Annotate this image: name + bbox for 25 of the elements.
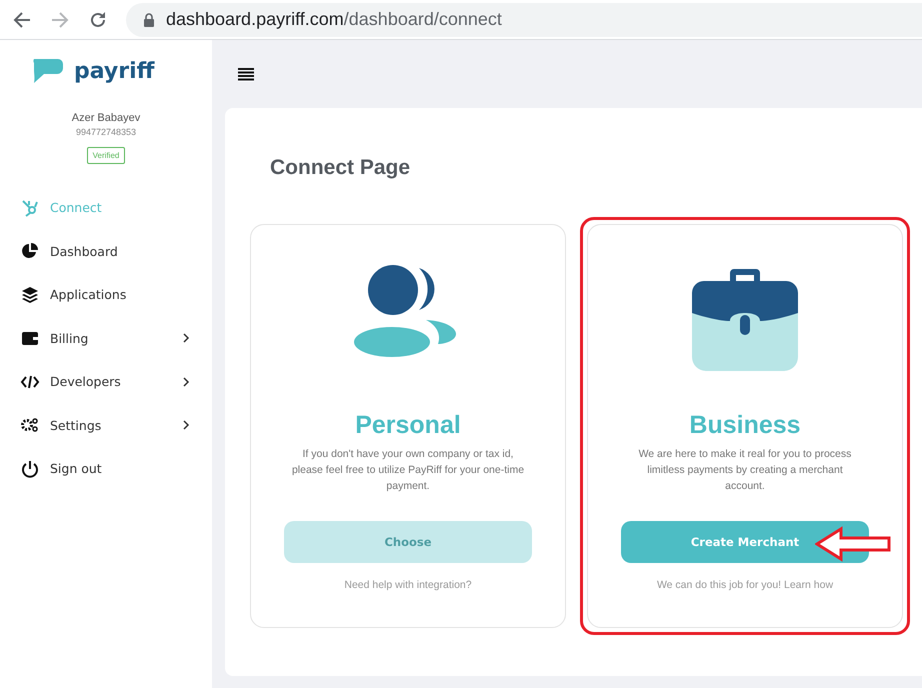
sidebar-item[interactable]: Sign out (0, 447, 212, 490)
hub-icon (20, 198, 40, 218)
reload-icon[interactable] (88, 10, 108, 30)
card-title: Business (689, 411, 801, 440)
arrow-icon (815, 526, 893, 562)
brand-name: payriff (74, 58, 154, 84)
power-icon (20, 458, 40, 479)
page-title: Connect Page (270, 156, 412, 180)
card-title: Personal (355, 411, 461, 440)
address-bar[interactable]: dashboard.payriff.com/dashboard/connect (126, 2, 922, 36)
back-icon[interactable] (12, 10, 32, 30)
menu-icon[interactable] (238, 67, 254, 81)
card-description: If you don't have your own company or tax id, please feel free to utilize PayRiff for your one-time payment. (290, 447, 526, 494)
url-text: dashboard.payriff.com/dashboard/connect (166, 9, 502, 30)
lock-icon (142, 12, 156, 26)
sidebar-item[interactable]: Settings (0, 404, 212, 447)
sidebar-item[interactable]: Developers (0, 360, 212, 404)
verified-badge: Verified (86, 147, 126, 164)
card-description: We are here to make it real for you to process limitless payments by creating a merchant account. (638, 447, 852, 494)
user-name: Azer Babayev (72, 112, 140, 124)
user-phone: 994772748353 (76, 127, 136, 137)
sidebar-item[interactable]: Billing (0, 316, 212, 360)
sidebar-item[interactable]: Dashboard (0, 230, 212, 273)
sidebar-item[interactable]: Applications (0, 273, 212, 316)
layers-icon (20, 284, 40, 305)
